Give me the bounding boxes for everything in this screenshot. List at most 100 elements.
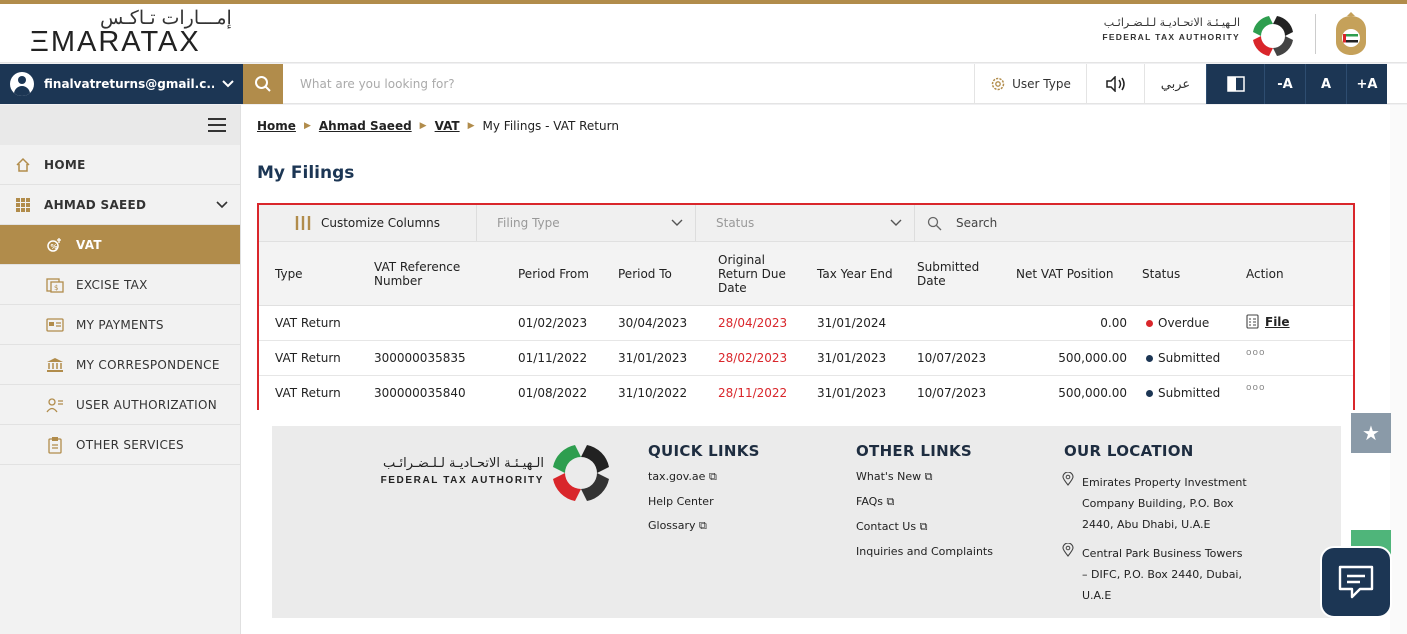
location-abu-dhabi: Emirates Property Investment Company Bui… [1082,472,1247,535]
col-header-text: Date [718,281,747,295]
cell-net-vat: 500,000.00 [1058,386,1127,400]
breadcrumb-arrow-icon: ▶ [303,121,311,131]
global-search-input[interactable] [290,64,970,104]
col-header-vat-ref[interactable]: VAT Reference Number [374,260,460,288]
cell-tax-year-end: 31/01/2023 [817,386,887,400]
col-header-text: VAT Reference [374,260,461,274]
address-line: Central Park Business Towers [1082,547,1243,560]
font-increase-button[interactable]: +A [1346,64,1387,104]
col-header-tax-year-end[interactable]: Tax Year End [817,267,893,281]
user-type-label: User Type [1012,77,1071,91]
footer-link-help-center[interactable]: Help Center [648,495,714,508]
chat-icon [1338,565,1374,599]
breadcrumb-vat[interactable]: VAT [435,119,460,133]
customize-columns-button[interactable]: Customize Columns [259,205,477,241]
col-header-net-vat[interactable]: Net VAT Position [1016,267,1113,281]
vat-icon: % [44,236,66,254]
col-header-text: Date [917,274,946,288]
emaratax-logo[interactable]: ΞMARATAX [30,26,201,59]
more-actions-button[interactable]: ooo [1246,383,1266,393]
site-footer: الـهيـئـة الاتحـاديـة لـلـضـرائـب FEDERA… [272,426,1341,618]
cell-period-from: 01/08/2022 [518,386,588,400]
gear-icon [991,77,1005,91]
fta-english-name: FEDERAL TAX AUTHORITY [1102,32,1240,42]
font-decrease-button[interactable]: -A [1264,64,1305,104]
col-header-text: Original [718,253,765,267]
text-to-speech-button[interactable] [1086,64,1144,104]
col-header-period-to[interactable]: Period To [618,267,672,281]
page-scrollbar[interactable] [1390,105,1407,634]
sidebar-item-label: MY CORRESPONDENCE [76,357,220,372]
address-line: U.A.E [1082,589,1112,602]
sidebar-item-home[interactable]: HOME [0,145,240,185]
footer-link-tax-gov[interactable]: tax.gov.ae ⧉ [648,470,717,484]
address-line: Emirates Property Investment [1082,476,1247,489]
menu-toggle-button[interactable] [0,105,240,145]
footer-link-contact-us[interactable]: Contact Us ⧉ [856,520,927,534]
hamburger-icon [208,118,226,132]
user-account-dropdown[interactable]: finalvatreturns@gmail.c... [0,64,243,104]
col-header-action: Action [1246,267,1284,281]
fta-arabic-name: الـهيـئـة الاتحـاديـة لـلـضـرائـب [1103,16,1240,29]
sidebar-item-ahmad-saeed[interactable]: AHMAD SAEED [0,185,240,225]
sidebar-item-label: AHMAD SAEED [44,197,147,212]
sidebar-item-vat[interactable]: % VAT [0,225,240,265]
col-header-due-date[interactable]: Original Return Due Date [718,253,786,295]
contrast-icon [1226,76,1245,92]
breadcrumb-home[interactable]: Home [257,119,296,133]
language-toggle-button[interactable]: عربي [1144,64,1206,104]
status-dropdown[interactable]: Status [696,205,915,241]
star-icon: ★ [1362,421,1380,445]
favorite-button[interactable]: ★ [1351,413,1391,453]
location-pin-icon [1062,471,1074,489]
user-type-button[interactable]: User Type [974,64,1086,104]
fta-emblem-icon [1248,13,1298,62]
col-header-text: Return Due [718,267,786,281]
footer-link-inquiries[interactable]: Inquiries and Complaints [856,545,993,558]
cell-period-to: 30/04/2023 [618,316,688,330]
file-action-label: File [1265,314,1290,329]
status-text: Submitted [1158,386,1221,400]
our-location-title: OUR LOCATION [1064,442,1194,460]
sidebar-item-label: EXCISE TAX [76,277,148,292]
col-header-period-from[interactable]: Period From [518,267,589,281]
header-divider [1315,14,1316,54]
breadcrumb-entity[interactable]: Ahmad Saeed [319,119,412,133]
col-header-submitted-date[interactable]: Submitted Date [917,260,979,288]
location-pin-icon [1062,542,1074,560]
breadcrumb-arrow-icon: ▶ [467,121,475,131]
sidebar-item-other-services[interactable]: OTHER SERVICES [0,425,240,465]
search-button[interactable] [243,64,283,104]
cell-type: VAT Return [275,316,341,330]
filing-type-placeholder: Filing Type [497,216,560,230]
external-link-icon: ⧉ [699,519,707,532]
file-document-icon [1246,314,1259,329]
cell-period-from: 01/02/2023 [518,316,588,330]
table-search-input[interactable]: Search [915,205,1353,241]
sidebar-item-label: MY PAYMENTS [76,317,164,332]
uae-emblem-icon [1330,12,1372,61]
chat-support-button[interactable] [1320,546,1392,618]
table-row: VAT Return 300000035835 01/11/2022 31/01… [259,341,1353,376]
sidebar-item-my-payments[interactable]: MY PAYMENTS [0,305,240,345]
sidebar-item-label: OTHER SERVICES [76,437,184,452]
contrast-toggle-button[interactable] [1206,64,1264,104]
external-link-icon: ⧉ [708,470,717,483]
col-header-status[interactable]: Status [1142,267,1180,281]
footer-link-glossary[interactable]: Glossary ⧉ [648,519,707,533]
footer-link-whats-new[interactable]: What's New ⧉ [856,470,933,484]
col-header-type[interactable]: Type [275,267,303,281]
sidebar-item-excise-tax[interactable]: $ EXCISE TAX [0,265,240,305]
font-normal-button[interactable]: A [1305,64,1346,104]
filing-type-dropdown[interactable]: Filing Type [477,205,696,241]
cell-status: Submitted [1146,386,1220,400]
status-dot-icon [1146,390,1153,397]
footer-link-faqs[interactable]: FAQs ⧉ [856,495,894,509]
sidebar-item-user-authorization[interactable]: USER AUTHORIZATION [0,385,240,425]
file-action-link[interactable]: File [1246,314,1290,329]
status-dot-icon [1146,355,1153,362]
quick-links-title: QUICK LINKS [648,442,760,460]
sidebar-item-my-correspondence[interactable]: MY CORRESPONDENCE [0,345,240,385]
external-link-icon: ⧉ [919,520,928,533]
more-actions-button[interactable]: ooo [1246,348,1266,358]
